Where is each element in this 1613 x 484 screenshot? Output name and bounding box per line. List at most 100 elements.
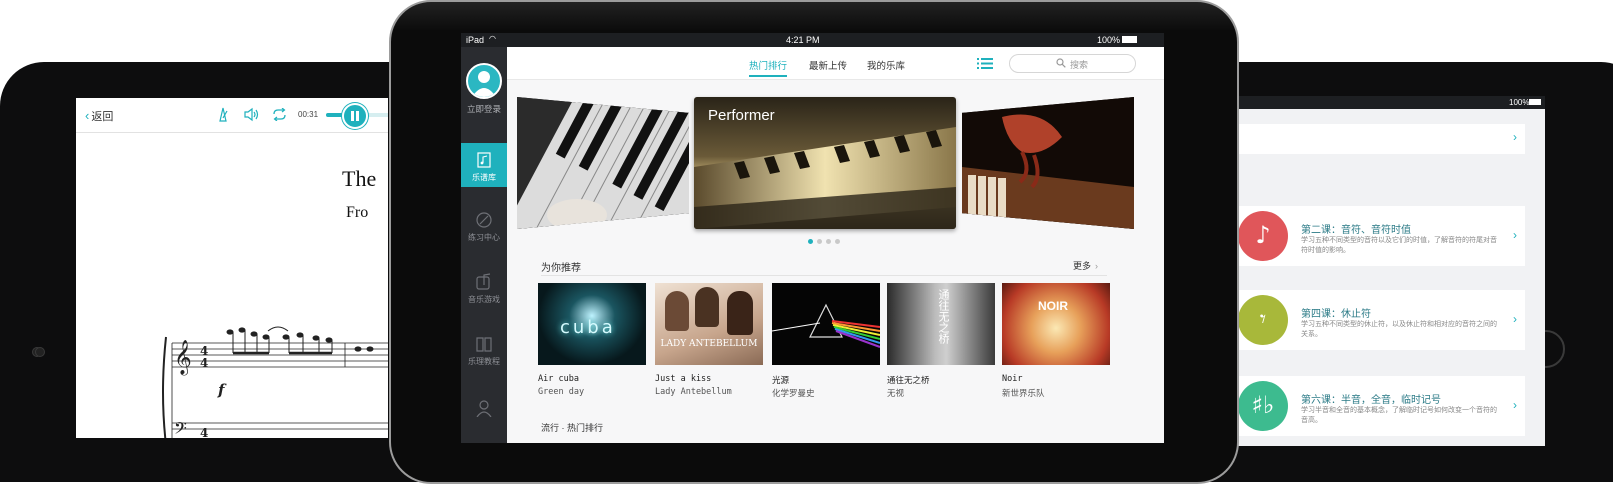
chevron-right-icon: › — [1095, 261, 1099, 271]
lesson-title: 第六课：半音，全音，临时记号 — [1301, 395, 1441, 406]
album-cover[interactable]: LADY ANTEBELLUM — [655, 283, 763, 365]
prism-icon — [772, 303, 880, 348]
album-artist: 新世界乐队 — [1002, 389, 1045, 399]
lesson-icon: 𝄾 — [1238, 295, 1288, 345]
top-list-row[interactable]: › — [1233, 124, 1525, 154]
top-tab-bar: 热门排行 最新上传 我的乐库 搜索 — [507, 47, 1164, 80]
lesson-card[interactable]: ♯♭ 第六课：半音，全音，临时记号 学习半音和全音的基本概念，了解临时记号如何改变一… — [1233, 376, 1525, 436]
left-device-camera — [35, 347, 45, 357]
dynamic-forte: f — [217, 381, 227, 399]
album-title[interactable]: 通往无之桥 — [887, 374, 930, 386]
lesson-icon: ♯♭ — [1238, 381, 1288, 431]
chevron-right-icon: › — [1513, 228, 1517, 242]
battery-label: 100% — [1097, 35, 1121, 45]
note-glyph: 𝄾 — [1259, 305, 1267, 333]
tab-hot-ranking[interactable]: 热门排行 — [749, 58, 788, 77]
carousel-dot-active[interactable] — [808, 239, 813, 244]
person-icon — [476, 400, 492, 417]
section-divider — [541, 275, 1107, 276]
avatar[interactable] — [466, 63, 502, 99]
lesson-title: 第二课：音符、音符时值 — [1301, 225, 1411, 236]
playback-time: 00:31 — [298, 110, 319, 119]
sidebar-item-practice[interactable]: 练习中心 — [461, 211, 507, 243]
banner-title: Performer — [708, 107, 775, 124]
lesson-description: 学习五种不同类型的音符以及它们的时值，了解音符的符尾对音符时值的影响。 — [1301, 237, 1497, 254]
chevron-left-icon: ‹ — [85, 108, 90, 123]
sidebar-item-score-library[interactable]: 乐谱库 — [461, 143, 507, 187]
bottom-section-title: 流行 · 热门排行 — [541, 423, 603, 433]
carrier-label: iPad — [466, 35, 485, 45]
clock: 4:21 PM — [786, 35, 820, 45]
album-title[interactable]: Air cuba — [538, 374, 579, 384]
album-cover[interactable]: 通往无之桥 — [887, 283, 995, 365]
score-library-screen: iPad ◠ 4:21 PM 100% 立即登录 乐谱库 练习中心 音乐游戏 乐… — [461, 33, 1164, 443]
album-title[interactable]: 光源 — [772, 374, 789, 386]
album-artist: 化学罗曼史 — [772, 389, 815, 399]
score-title: The — [342, 166, 377, 191]
chevron-right-icon: › — [1513, 398, 1517, 412]
search-input[interactable]: 搜索 — [1009, 54, 1136, 73]
album-title[interactable]: Just a kiss — [655, 374, 711, 384]
lesson-card[interactable]: 𝄾 第四课：休止符 学习五种不同类型的休止符，以及休止符和相对应的音符之间的关系。 › — [1233, 290, 1525, 350]
note-glyph: ♪ — [1255, 221, 1271, 249]
loop-icon[interactable] — [272, 108, 287, 121]
album-artist: Green day — [538, 387, 585, 397]
battery-icon — [1529, 99, 1541, 105]
more-link[interactable]: 更多 › — [1073, 259, 1098, 272]
right-status-bar: 100% — [1233, 96, 1545, 109]
sidebar-item-profile[interactable] — [461, 399, 507, 420]
score-player-screen: ‹ 返回 00:31 The Fro 𝄞 4 4 f 𝄢 4 — [76, 98, 388, 438]
lessons-screen: 100% › ♪ 第二课：音符、音符时值 学习五种不同类型的音符以及它们的时值，了解… — [1233, 96, 1545, 446]
album-cover-text: cuba — [560, 317, 616, 338]
main-content: 热门排行 最新上传 我的乐库 搜索 Performer 为你推荐 更多 › cu… — [507, 47, 1164, 443]
banner-right[interactable] — [962, 97, 1134, 229]
album-cover-text: NOIR — [1038, 299, 1068, 313]
practice-icon — [476, 212, 492, 228]
svg-text:4: 4 — [200, 426, 208, 438]
pause-icon — [351, 111, 354, 121]
lesson-description: 学习半音和全音的基本概念，了解临时记号如何改变一个音符的音高。 — [1301, 407, 1497, 424]
svg-text:𝄞: 𝄞 — [174, 340, 192, 376]
banner-center[interactable]: Performer — [694, 97, 956, 229]
album-title[interactable]: Noir — [1002, 374, 1022, 384]
album-artist: 无视 — [887, 389, 905, 399]
album-cover-text: LADY ANTEBELLUM — [660, 339, 758, 349]
svg-text:4: 4 — [200, 356, 208, 370]
metronome-icon[interactable] — [216, 107, 230, 122]
volume-icon[interactable] — [244, 107, 260, 122]
list-view-icon[interactable] — [977, 58, 993, 69]
sidebar: 立即登录 乐谱库 练习中心 音乐游戏 乐理教程 — [461, 47, 507, 443]
search-icon — [1056, 58, 1066, 68]
carousel-dot[interactable] — [817, 239, 822, 244]
album-cover-text: 通往无之桥 — [937, 289, 949, 344]
music-game-icon — [476, 273, 491, 290]
tab-my-library[interactable]: 我的乐库 — [867, 58, 905, 72]
tab-latest-upload[interactable]: 最新上传 — [809, 58, 847, 72]
lesson-title: 第四课：休止符 — [1301, 309, 1371, 320]
music-book-icon — [477, 152, 491, 168]
login-label[interactable]: 立即登录 — [461, 103, 507, 115]
back-button[interactable]: ‹ 返回 — [85, 108, 113, 124]
svg-text:𝄢: 𝄢 — [174, 418, 187, 438]
status-bar: iPad ◠ 4:21 PM 100% — [461, 33, 1164, 47]
album-cover[interactable]: cuba — [538, 283, 646, 365]
album-cover[interactable] — [772, 283, 880, 365]
lesson-icon: ♪ — [1238, 211, 1288, 261]
battery-icon — [1122, 36, 1137, 43]
pause-button[interactable] — [342, 103, 368, 129]
lesson-card[interactable]: ♪ 第二课：音符、音符时值 学习五种不同类型的音符以及它们的时值，了解音符的符尾对音… — [1233, 206, 1525, 266]
sheet-music: 𝄞 4 4 f 𝄢 4 — [162, 326, 388, 438]
sidebar-item-music-game[interactable]: 音乐游戏 — [461, 273, 507, 305]
album-cover[interactable]: NOIR — [1002, 283, 1110, 365]
chevron-right-icon: › — [1513, 130, 1517, 144]
chevron-right-icon: › — [1513, 312, 1517, 326]
banner-left[interactable] — [517, 97, 689, 229]
wifi-icon: ◠ — [489, 34, 496, 43]
carousel-dot[interactable] — [826, 239, 831, 244]
hand-on-piano-image — [962, 97, 1134, 229]
carousel-dot[interactable] — [835, 239, 840, 244]
note-glyph: ♯♭ — [1251, 391, 1275, 419]
sidebar-item-theory[interactable]: 乐理教程 — [461, 335, 507, 367]
theory-book-icon — [476, 337, 492, 352]
piano-keys-image — [517, 97, 689, 229]
